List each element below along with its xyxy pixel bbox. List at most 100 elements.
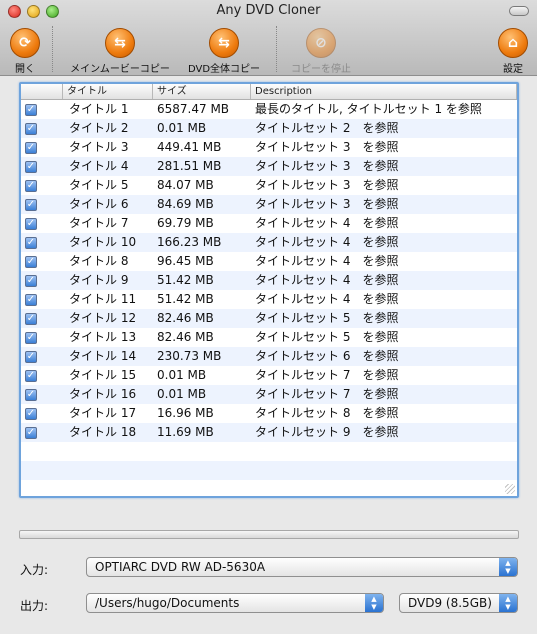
- table-row[interactable]: ✓ タイトル 2 0.01 MB タイトルセット 2 を参照: [21, 119, 517, 138]
- row-checkbox[interactable]: ✓: [25, 179, 37, 192]
- row-checkbox-cell: ✓: [21, 271, 63, 290]
- row-size: 82.46 MB: [157, 330, 214, 344]
- row-checkbox-cell: ✓: [21, 328, 63, 347]
- header-title[interactable]: タイトル: [63, 84, 153, 99]
- empty-row: [21, 461, 517, 480]
- row-checkbox[interactable]: ✓: [25, 160, 37, 173]
- open-button[interactable]: ⟳ 開く: [6, 28, 44, 75]
- header-description[interactable]: Description: [251, 84, 517, 99]
- chevron-updown-icon: ▲ ▼: [499, 558, 517, 576]
- row-checkbox[interactable]: ✓: [25, 274, 37, 287]
- row-size: 449.41 MB: [157, 140, 222, 154]
- full-dvd-copy-button[interactable]: ⇆ DVD全体コピー: [184, 28, 264, 75]
- row-checkbox[interactable]: ✓: [25, 293, 37, 306]
- row-size: 0.01 MB: [157, 368, 207, 382]
- row-description: 最長のタイトル, タイトルセット 1 を参照: [255, 102, 482, 116]
- table-row[interactable]: ✓ タイトル 14 230.73 MB タイトルセット 6 を参照: [21, 347, 517, 366]
- chevron-updown-icon: ▲ ▼: [365, 594, 383, 612]
- settings-button[interactable]: ⌂ 設定: [494, 28, 532, 75]
- row-checkbox[interactable]: ✓: [25, 236, 37, 249]
- table-header: タイトル サイズ Description: [21, 84, 517, 100]
- row-checkbox[interactable]: ✓: [25, 141, 37, 154]
- table-row[interactable]: ✓ タイトル 8 96.45 MB タイトルセット 4 を参照: [21, 252, 517, 271]
- row-size: 281.51 MB: [157, 159, 222, 173]
- table-body: ✓ タイトル 1 6587.47 MB 最長のタイトル, タイトルセット 1 を参照 ✓…: [21, 100, 517, 496]
- row-description: タイトルセット 3 を参照: [255, 178, 399, 192]
- row-description: タイトルセット 3 を参照: [255, 140, 399, 154]
- main-movie-copy-icon: ⇆: [105, 28, 135, 58]
- row-checkbox[interactable]: ✓: [25, 198, 37, 211]
- table-row[interactable]: ✓ タイトル 13 82.46 MB タイトルセット 5 を参照: [21, 328, 517, 347]
- row-checkbox[interactable]: ✓: [25, 388, 37, 401]
- settings-label: 設定: [503, 64, 523, 75]
- row-description: タイトルセット 3 を参照: [255, 159, 399, 173]
- toolbar-separator: [276, 26, 277, 72]
- table-row[interactable]: ✓ タイトル 5 84.07 MB タイトルセット 3 を参照: [21, 176, 517, 195]
- row-checkbox-cell: ✓: [21, 233, 63, 252]
- row-checkbox[interactable]: ✓: [25, 350, 37, 363]
- row-title: タイトル 7: [69, 216, 129, 230]
- toolbar-toggle-button[interactable]: [509, 6, 529, 16]
- header-check[interactable]: [21, 84, 63, 99]
- table-row[interactable]: ✓ タイトル 12 82.46 MB タイトルセット 5 を参照: [21, 309, 517, 328]
- row-checkbox[interactable]: ✓: [25, 122, 37, 135]
- row-checkbox[interactable]: ✓: [25, 103, 37, 116]
- table-row[interactable]: ✓ タイトル 3 449.41 MB タイトルセット 3 を参照: [21, 138, 517, 157]
- disc-type-value: DVD9 (8.5GB): [408, 596, 492, 610]
- row-size: 84.07 MB: [157, 178, 214, 192]
- stop-copy-button[interactable]: ⊘ コピーを停止: [286, 28, 356, 75]
- row-checkbox[interactable]: ✓: [25, 255, 37, 268]
- row-title: タイトル 1: [69, 102, 129, 116]
- row-checkbox[interactable]: ✓: [25, 217, 37, 230]
- row-checkbox-cell: ✓: [21, 176, 63, 195]
- main-movie-copy-button[interactable]: ⇆ メインムービーコピー: [62, 28, 178, 75]
- table-row[interactable]: ✓ タイトル 1 6587.47 MB 最長のタイトル, タイトルセット 1 を参照: [21, 100, 517, 119]
- table-row[interactable]: ✓ タイトル 4 281.51 MB タイトルセット 3 を参照: [21, 157, 517, 176]
- table-row[interactable]: ✓ タイトル 6 84.69 MB タイトルセット 3 を参照: [21, 195, 517, 214]
- table-row[interactable]: ✓ タイトル 16 0.01 MB タイトルセット 7 を参照: [21, 385, 517, 404]
- input-drive-value: OPTIARC DVD RW AD-5630A: [95, 560, 266, 574]
- row-title: タイトル 10: [69, 235, 137, 249]
- row-checkbox[interactable]: ✓: [25, 426, 37, 439]
- row-checkbox-cell: ✓: [21, 423, 63, 442]
- row-checkbox-cell: ✓: [21, 290, 63, 309]
- input-drive-select[interactable]: OPTIARC DVD RW AD-5630A ▲ ▼: [86, 557, 518, 577]
- title-table[interactable]: タイトル サイズ Description ✓ タイトル 1 6587.47 MB 最長…: [19, 82, 519, 498]
- row-description: タイトルセット 9 を参照: [255, 425, 399, 439]
- table-row[interactable]: ✓ タイトル 7 69.79 MB タイトルセット 4 を参照: [21, 214, 517, 233]
- table-row[interactable]: ✓ タイトル 10 166.23 MB タイトルセット 4 を参照: [21, 233, 517, 252]
- row-size: 6587.47 MB: [157, 102, 230, 116]
- resize-grip[interactable]: [505, 484, 515, 494]
- stop-copy-label: コピーを停止: [291, 64, 351, 75]
- disc-type-select[interactable]: DVD9 (8.5GB) ▲ ▼: [399, 593, 518, 613]
- table-row[interactable]: ✓ タイトル 9 51.42 MB タイトルセット 4 を参照: [21, 271, 517, 290]
- output-label: 出力:: [20, 599, 49, 613]
- progress-bar: [19, 530, 519, 539]
- row-title: タイトル 4: [69, 159, 129, 173]
- row-size: 82.46 MB: [157, 311, 214, 325]
- row-description: タイトルセット 4 を参照: [255, 273, 399, 287]
- row-checkbox[interactable]: ✓: [25, 312, 37, 325]
- row-checkbox[interactable]: ✓: [25, 369, 37, 382]
- table-row[interactable]: ✓ タイトル 15 0.01 MB タイトルセット 7 を参照: [21, 366, 517, 385]
- row-checkbox-cell: ✓: [21, 214, 63, 233]
- row-checkbox-cell: ✓: [21, 404, 63, 423]
- table-row[interactable]: ✓ タイトル 18 11.69 MB タイトルセット 9 を参照: [21, 423, 517, 442]
- row-checkbox[interactable]: ✓: [25, 407, 37, 420]
- table-row[interactable]: ✓ タイトル 17 16.96 MB タイトルセット 8 を参照: [21, 404, 517, 423]
- chevron-updown-icon: ▲ ▼: [499, 594, 517, 612]
- empty-row: [21, 442, 517, 461]
- row-title: タイトル 14: [69, 349, 137, 363]
- row-title: タイトル 11: [69, 292, 137, 306]
- row-checkbox[interactable]: ✓: [25, 331, 37, 344]
- table-row[interactable]: ✓ タイトル 11 51.42 MB タイトルセット 4 を参照: [21, 290, 517, 309]
- output-path-select[interactable]: /Users/hugo/Documents ▲ ▼: [86, 593, 384, 613]
- row-description: タイトルセット 4 を参照: [255, 235, 399, 249]
- row-description: タイトルセット 6 を参照: [255, 349, 399, 363]
- header-size[interactable]: サイズ: [153, 84, 251, 99]
- row-description: タイトルセット 5 を参照: [255, 311, 399, 325]
- row-size: 96.45 MB: [157, 254, 214, 268]
- open-icon: ⟳: [10, 28, 40, 58]
- input-label: 入力:: [20, 563, 49, 577]
- row-checkbox-cell: ✓: [21, 157, 63, 176]
